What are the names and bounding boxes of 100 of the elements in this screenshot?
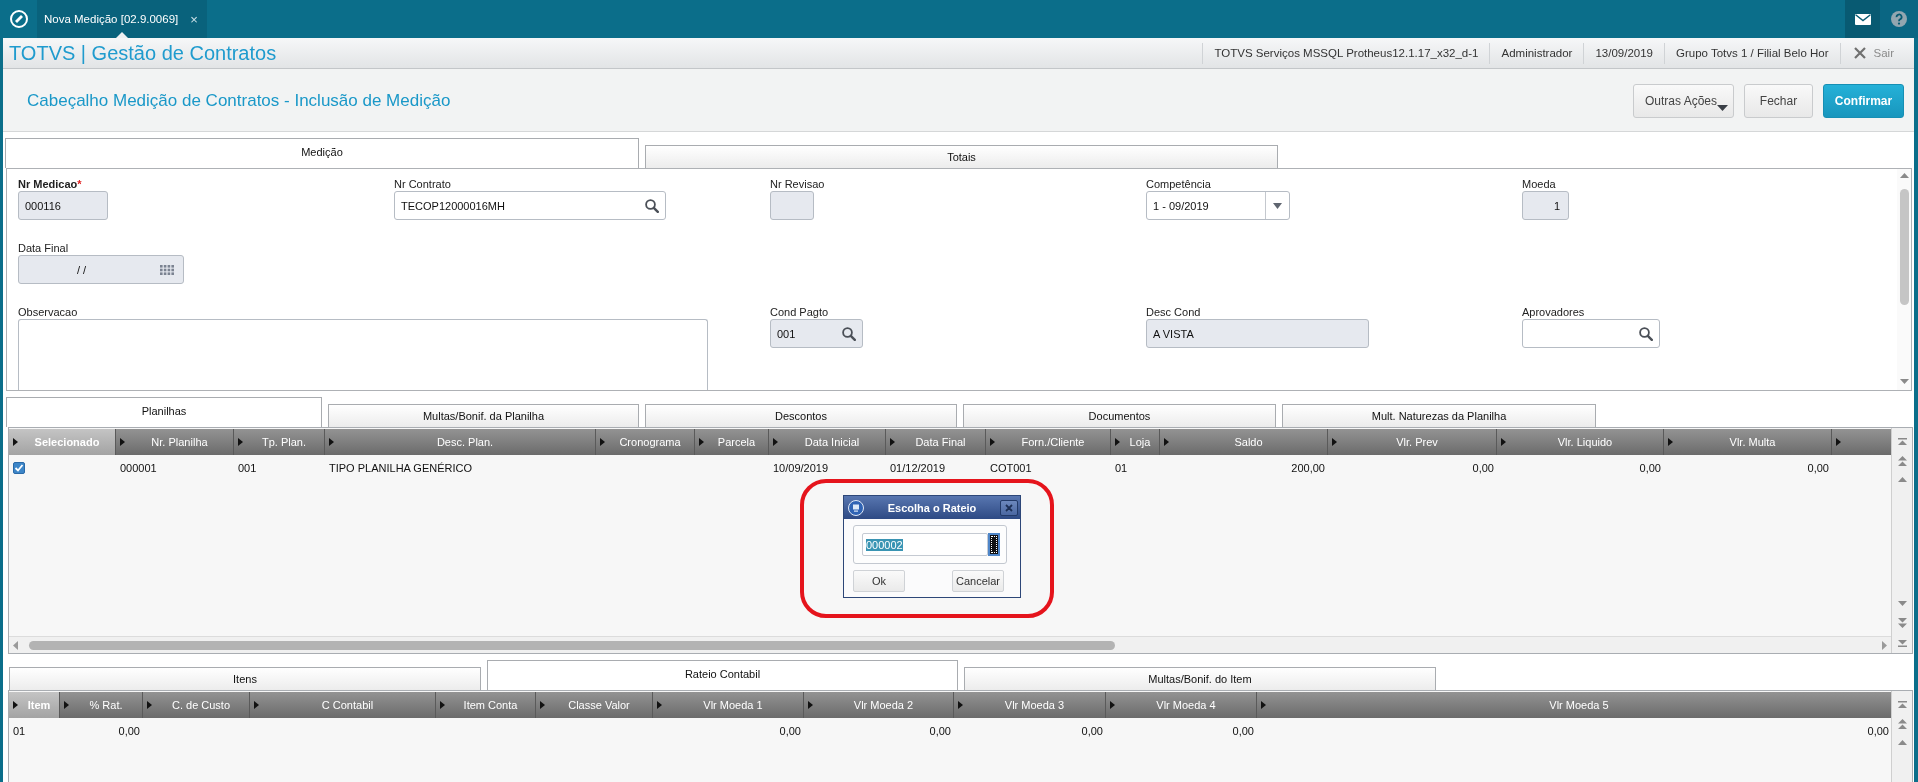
caret-right-icon — [1836, 438, 1841, 446]
dialog-button[interactable]: Ok — [853, 570, 905, 592]
caret-right-icon — [958, 701, 963, 709]
scrollbar-thumb[interactable] — [1899, 189, 1909, 305]
column-header[interactable]: % Rat. — [60, 692, 143, 718]
column-header[interactable]: Vlr. Liquido — [1497, 429, 1664, 455]
column-header[interactable]: Nr. Planilha — [116, 429, 234, 455]
input-field[interactable]: 000002 — [862, 533, 988, 556]
table-cell-text: 10/09/2019 — [772, 461, 830, 475]
secondary-button[interactable]: Fechar — [1744, 84, 1813, 118]
scroll-page-up-icon[interactable] — [1897, 719, 1907, 729]
column-header[interactable]: Parcela — [695, 429, 769, 455]
status-text: 13/09/2019 — [1583, 42, 1664, 64]
tab[interactable]: Descontos — [645, 404, 957, 427]
column-header[interactable]: Vlr Moeda 4 — [1106, 692, 1257, 718]
column-header[interactable]: Item Conta — [436, 692, 536, 718]
column-header[interactable]: Data Final — [886, 429, 986, 455]
status-text: Administrador — [1489, 42, 1584, 64]
caret-right-icon — [1261, 701, 1266, 709]
search-icon[interactable] — [1639, 326, 1653, 341]
column-header[interactable]: Saldo — [1160, 429, 1328, 455]
confirm-button[interactable]: Confirmar — [1823, 84, 1904, 118]
caret-right-icon — [120, 438, 125, 446]
table-cell-text: TIPO PLANILHA GENÉRICO — [328, 461, 474, 475]
column-header[interactable]: Item — [9, 692, 60, 718]
column-header[interactable]: Classe Valor — [536, 692, 653, 718]
column-header[interactable]: Vlr Moeda 3 — [954, 692, 1106, 718]
checkbox[interactable] — [13, 462, 25, 474]
table-cell-text: 01 — [12, 724, 27, 738]
column-header[interactable]: Vlr. Multa — [1664, 429, 1832, 455]
tab[interactable]: Planilhas — [6, 397, 322, 427]
close-button[interactable] — [1000, 499, 1018, 516]
column-header[interactable]: C. de Custo — [143, 692, 250, 718]
scroll-down-icon[interactable] — [1899, 379, 1909, 384]
table-cell-text: 0,00 — [1806, 461, 1830, 475]
column-header[interactable]: Selecionado — [9, 429, 116, 455]
column-header[interactable]: Data Inicial — [769, 429, 886, 455]
table-cell-text: 0,00 — [928, 724, 952, 738]
column-header[interactable]: Desc. Plan. — [325, 429, 596, 455]
column-header[interactable]: Tp. Plan. — [234, 429, 325, 455]
lookup-field[interactable] — [1522, 319, 1660, 348]
field-label: Data Final — [18, 241, 69, 254]
caret-right-icon — [13, 438, 18, 446]
column-header[interactable]: Forn./Cliente — [986, 429, 1111, 455]
scroll-up-icon[interactable] — [1897, 477, 1907, 482]
page-title: Cabeçalho Medição de Contratos - Inclusão de Medição — [27, 91, 452, 111]
caret-right-icon — [440, 701, 445, 709]
tab[interactable]: Mult. Naturezas da Planilha — [1282, 404, 1596, 427]
mail-button[interactable] — [1845, 0, 1880, 38]
tab[interactable]: Totais — [645, 145, 1278, 168]
dialog-button[interactable]: Cancelar — [952, 570, 1004, 592]
lookup-button[interactable] — [988, 533, 1000, 556]
column-header[interactable]: Loja — [1111, 429, 1160, 455]
scroll-right-icon[interactable] — [1882, 640, 1887, 650]
disc-icon — [848, 499, 864, 516]
tab[interactable]: Multas/Bonif. da Planilha — [328, 404, 639, 427]
scroll-page-up-icon[interactable] — [1897, 456, 1907, 466]
scroll-down-icon[interactable] — [1897, 601, 1907, 606]
tab[interactable]: Itens — [9, 667, 481, 690]
caret-right-icon — [890, 438, 895, 446]
column-header[interactable] — [1832, 429, 1892, 455]
scroll-top-icon[interactable] — [1897, 438, 1907, 445]
tab[interactable]: Multas/Bonif. do Item — [964, 667, 1436, 690]
column-header[interactable]: C Contabil — [250, 692, 436, 718]
column-header[interactable]: Vlr Moeda 5 — [1257, 692, 1892, 718]
tab[interactable]: Nova Medição [02.9.0069] × — [37, 0, 207, 38]
exit-button[interactable]: Sair — [1839, 42, 1914, 64]
table-cell-text: 200,00 — [1290, 461, 1326, 475]
required-mark: * — [77, 177, 82, 190]
scroll-bottom-icon[interactable] — [1897, 640, 1907, 647]
scroll-up-icon[interactable] — [1897, 740, 1907, 745]
app-title: TOTVS | Gestão de Contratos — [8, 41, 277, 65]
caret-right-icon — [147, 701, 152, 709]
caret-right-icon — [329, 438, 334, 446]
tab[interactable]: Rateio Contabil — [487, 660, 958, 690]
caret-right-icon — [254, 701, 259, 709]
column-header[interactable]: Vlr. Prev — [1328, 429, 1497, 455]
scroll-left-icon[interactable] — [13, 640, 18, 650]
column-header[interactable]: Cronograma — [596, 429, 695, 455]
table-cell-text: 0,00 — [1866, 724, 1890, 738]
tab[interactable]: Documentos — [963, 404, 1276, 427]
field-label: Desc Cond — [1146, 305, 1201, 318]
column-header[interactable]: Vlr Moeda 2 — [804, 692, 954, 718]
column-header[interactable]: Vlr Moeda 1 — [653, 692, 804, 718]
lookup-field[interactable]: TECOP12000016MH — [394, 191, 666, 220]
tab-close-button[interactable]: × — [190, 11, 198, 27]
scrollbar-thumb[interactable] — [29, 640, 1115, 650]
table-cell-text: 0,00 — [778, 724, 802, 738]
search-icon[interactable] — [645, 198, 659, 213]
menu-button[interactable]: Outras Ações — [1633, 84, 1734, 118]
scroll-page-down-icon[interactable] — [1897, 618, 1907, 628]
scroll-up-icon[interactable] — [1899, 173, 1909, 178]
scroll-top-icon[interactable] — [1897, 701, 1907, 708]
caret-right-icon — [773, 438, 778, 446]
dropdown[interactable]: 1 - 09/2019 — [1146, 191, 1290, 220]
dialog-title: Escolha o Rateio — [886, 501, 978, 514]
circle-logo-icon[interactable] — [10, 10, 28, 28]
field-label: Nr Revisao — [770, 177, 825, 190]
tab[interactable]: Medição — [5, 138, 639, 168]
table-cell-text: 0,00 — [1638, 461, 1662, 475]
